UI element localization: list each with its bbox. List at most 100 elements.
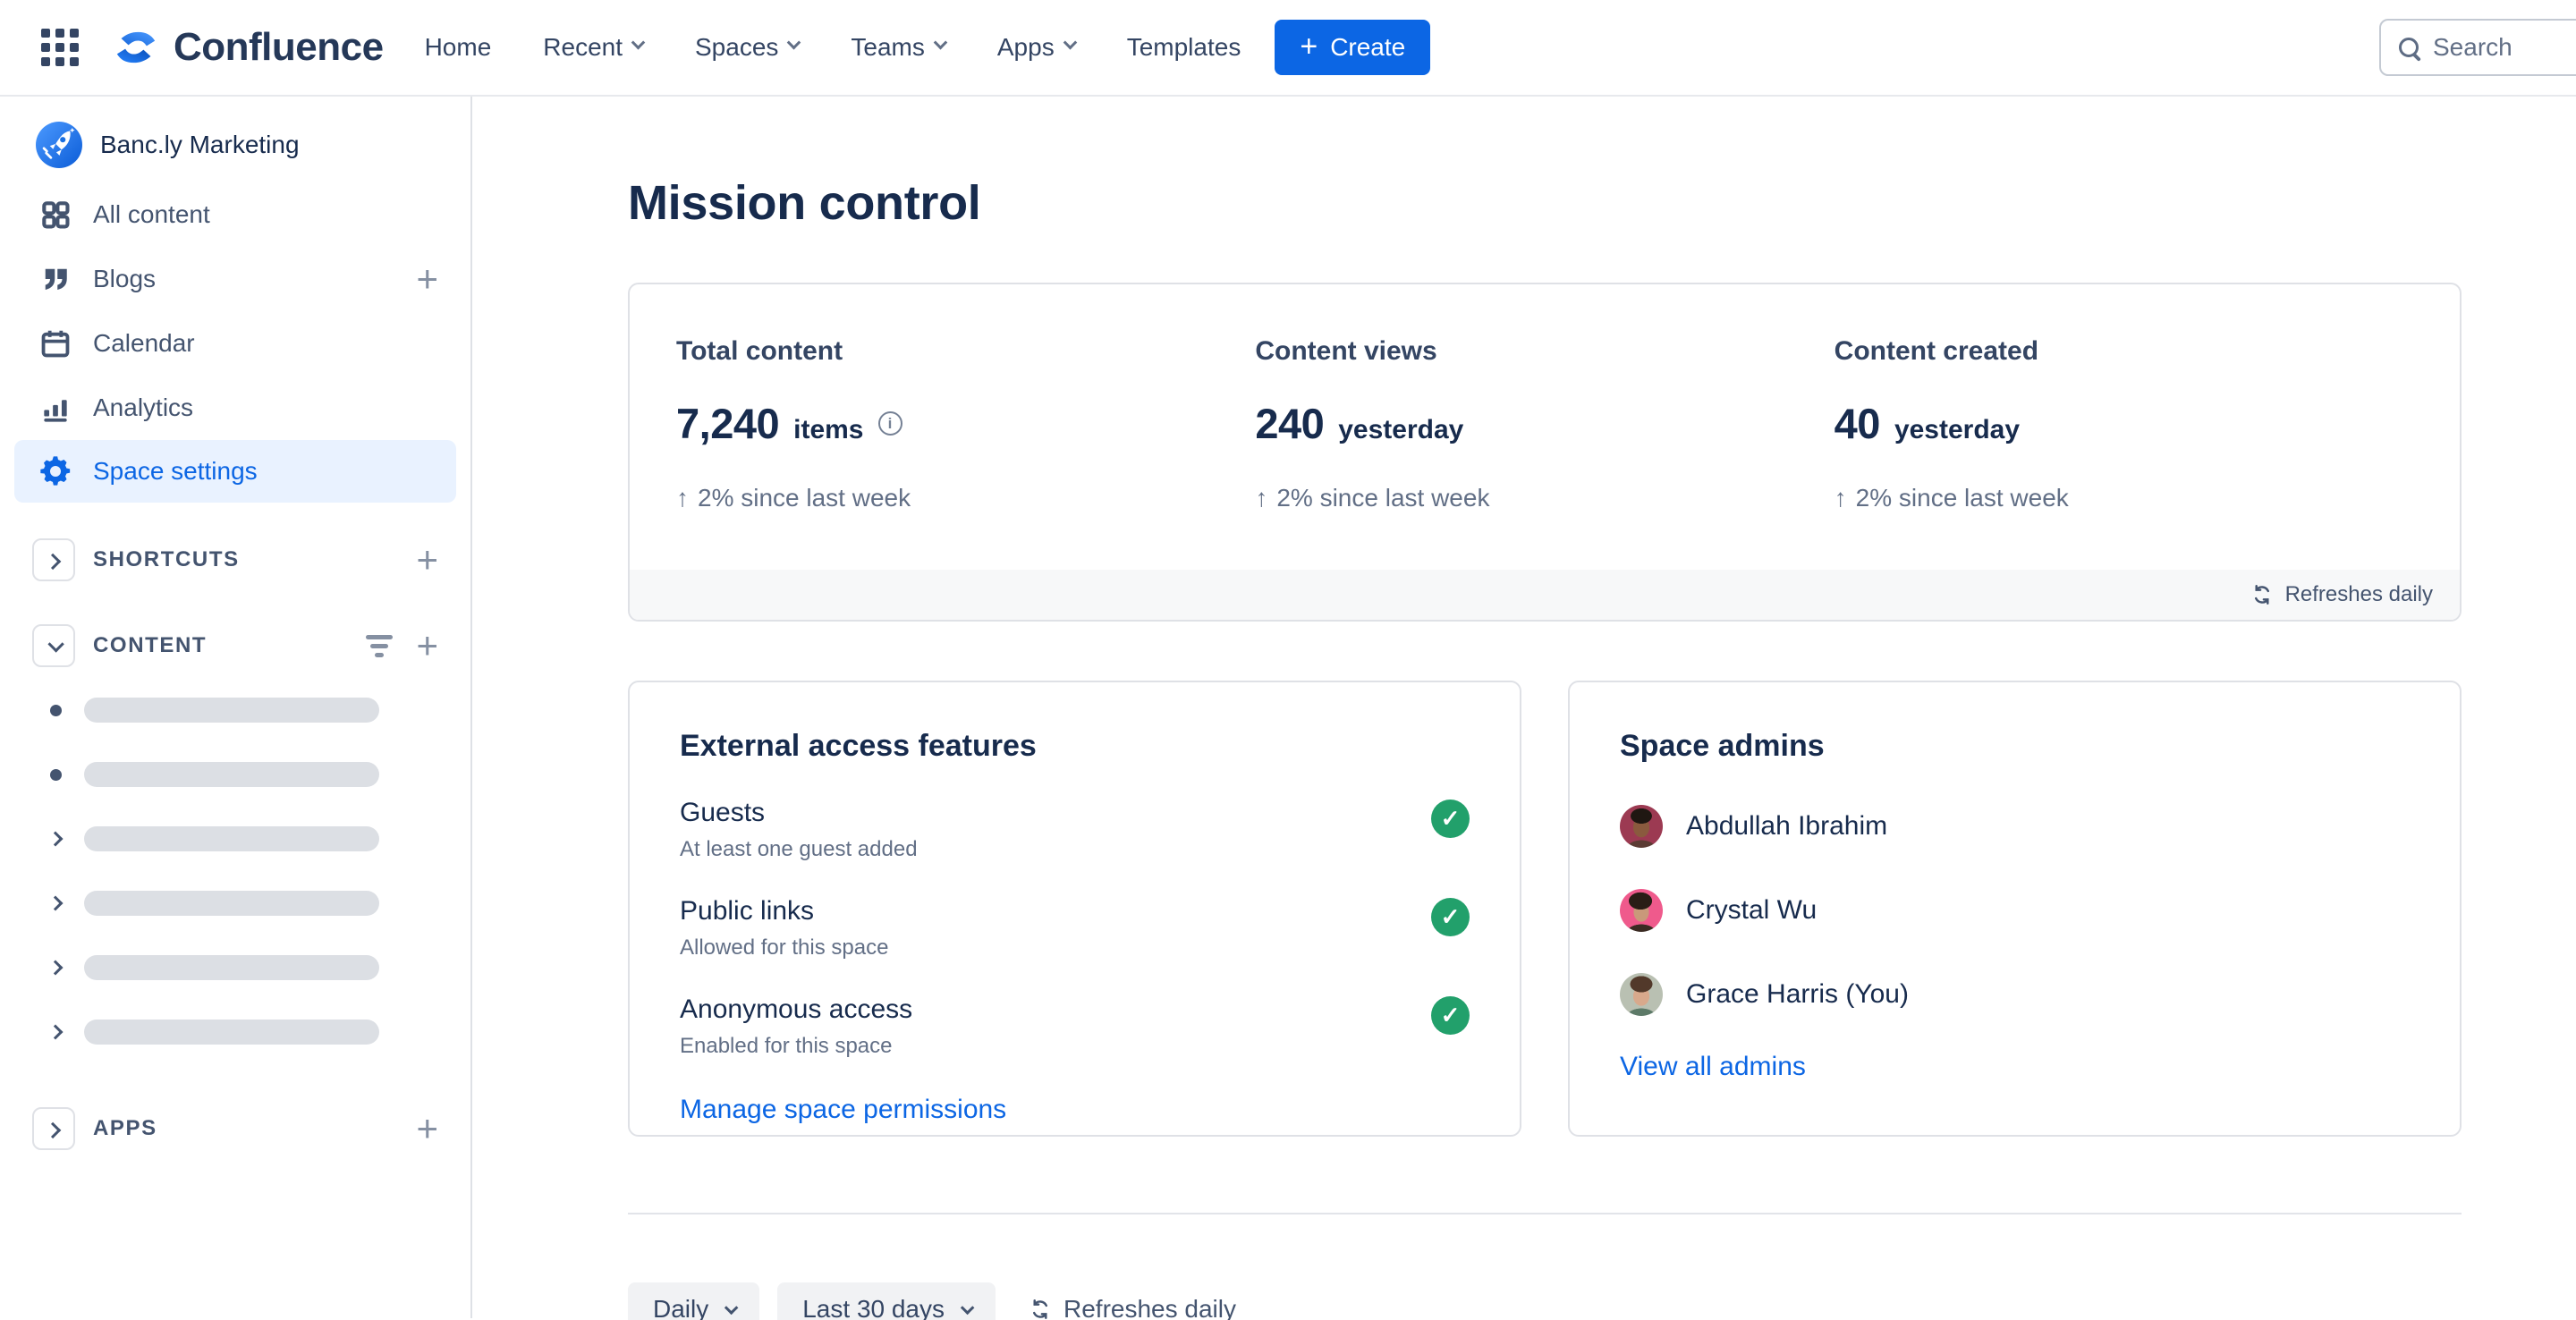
nav-spaces[interactable]: Spaces — [695, 33, 801, 62]
refresh-note: Refreshes daily — [2284, 582, 2433, 606]
check-circle-icon: ✓ — [1431, 996, 1470, 1035]
add-content-icon[interactable]: + — [416, 627, 438, 664]
sidebar-item-blogs[interactable]: Blogs + — [0, 247, 470, 311]
avatar — [1620, 973, 1663, 1016]
loading-placeholder-bar — [84, 826, 379, 851]
stat-content-created: Content created 40 yesterday ↑ 2% since l… — [1834, 336, 2069, 512]
filter-icon[interactable] — [366, 634, 394, 657]
quote-icon — [36, 263, 75, 295]
chevron-right-icon[interactable] — [47, 1024, 64, 1040]
sidebar-item-all-content[interactable]: All content — [0, 182, 470, 247]
space-avatar-rocket-icon — [36, 122, 82, 168]
add-shortcut-icon[interactable]: + — [416, 541, 438, 579]
sidebar-item-analytics[interactable]: Analytics — [0, 376, 470, 440]
arrow-up-icon: ↑ — [1255, 484, 1268, 512]
nav-templates[interactable]: Templates — [1127, 33, 1241, 62]
sidebar-skeleton-row — [0, 871, 470, 935]
expand-shortcuts-button[interactable] — [32, 538, 75, 581]
arrow-up-icon: ↑ — [676, 484, 689, 512]
logo-wordmark: Confluence — [174, 25, 384, 69]
chevron-right-icon[interactable] — [47, 960, 64, 976]
feature-public-links: Public links Allowed for this space ✓ — [680, 896, 1470, 960]
create-button[interactable]: + Create — [1275, 20, 1431, 75]
feature-anonymous-access: Anonymous access Enabled for this space … — [680, 994, 1470, 1059]
chevron-right-icon[interactable] — [47, 831, 64, 847]
refresh-icon — [1033, 1299, 1048, 1320]
nav-home[interactable]: Home — [425, 33, 492, 62]
admin-row[interactable]: Grace Harris (You) — [1620, 973, 2410, 1016]
chevron-down-icon — [1063, 35, 1077, 49]
chevron-right-icon — [44, 1121, 61, 1138]
nav-teams[interactable]: Teams — [851, 33, 948, 62]
sidebar-skeleton-row — [0, 807, 470, 871]
loading-placeholder-bar — [84, 1020, 379, 1045]
admin-row[interactable]: Abdullah Ibrahim — [1620, 805, 2410, 848]
top-navigation: Confluence Home Recent Spaces Teams Apps… — [0, 0, 2576, 97]
add-blog-icon[interactable]: + — [416, 260, 438, 298]
stats-footer: Refreshes daily — [630, 570, 2460, 620]
bar-chart-icon — [36, 391, 75, 425]
chevron-down-icon — [724, 1300, 739, 1315]
plus-icon: + — [1300, 29, 1318, 63]
sidebar-skeleton-row — [0, 678, 470, 742]
sidebar-skeleton-row — [0, 1000, 470, 1064]
collapse-content-button[interactable] — [32, 624, 75, 667]
loading-placeholder-bar — [84, 955, 379, 980]
page-title: Mission control — [628, 176, 981, 230]
expand-apps-button[interactable] — [32, 1107, 75, 1150]
loading-placeholder-bar — [84, 891, 379, 916]
gear-icon — [36, 453, 75, 489]
stat-total-content: Total content 7,240 items i ↑ 2% since la… — [676, 336, 911, 512]
loading-placeholder-bar — [84, 762, 379, 787]
stats-card: Total content 7,240 items i ↑ 2% since la… — [628, 283, 2462, 622]
search-icon — [2399, 38, 2419, 57]
nav-recent[interactable]: Recent — [543, 33, 646, 62]
feature-guests: Guests At least one guest added ✓ — [680, 798, 1470, 862]
confluence-mark-icon — [116, 31, 156, 63]
refresh-icon — [2254, 584, 2269, 605]
calendar-icon — [36, 326, 75, 360]
nav-apps[interactable]: Apps — [997, 33, 1077, 62]
sidebar-section-content: CONTENT + — [0, 613, 470, 678]
date-range-dropdown[interactable]: Last 30 days — [777, 1282, 996, 1320]
grid-icon — [36, 198, 75, 232]
avatar — [1620, 805, 1663, 848]
sidebar-skeleton-row — [0, 742, 470, 807]
bullet-icon — [49, 768, 62, 781]
chevron-down-icon — [47, 635, 64, 653]
space-header[interactable]: Banc.ly Marketing — [0, 120, 470, 170]
stat-content-views: Content views 240 yesterday ↑ 2% since la… — [1255, 336, 1490, 512]
sidebar-item-space-settings[interactable]: Space settings — [14, 440, 456, 503]
add-app-icon[interactable]: + — [416, 1110, 438, 1147]
refresh-note-bottom: Refreshes daily — [1028, 1295, 1236, 1320]
chevron-down-icon — [960, 1300, 975, 1315]
bullet-icon — [49, 704, 62, 716]
sidebar-item-calendar[interactable]: Calendar — [0, 311, 470, 376]
check-circle-icon: ✓ — [1431, 800, 1470, 838]
section-divider — [628, 1213, 2462, 1214]
space-admins-card: Space admins Abdullah Ibrahim Crystal Wu… — [1568, 681, 2462, 1137]
space-sidebar: Banc.ly Marketing All content Blogs + Ca… — [0, 97, 472, 1318]
avatar — [1620, 889, 1663, 932]
info-icon[interactable]: i — [877, 411, 902, 436]
main-content: Mission control Total content 7,240 item… — [472, 97, 2462, 1320]
confluence-logo[interactable]: Confluence — [111, 22, 384, 72]
external-access-card: External access features Guests At least… — [628, 681, 1521, 1137]
loading-placeholder-bar — [84, 698, 379, 723]
sidebar-section-apps: APPS + — [0, 1096, 470, 1161]
granularity-dropdown[interactable]: Daily — [628, 1282, 760, 1320]
manage-permissions-link[interactable]: Manage space permissions — [680, 1095, 1006, 1125]
chevron-right-icon — [44, 553, 61, 570]
chevron-down-icon — [631, 35, 646, 49]
arrow-up-icon: ↑ — [1834, 484, 1847, 512]
admin-row[interactable]: Crystal Wu — [1620, 889, 2410, 932]
check-circle-icon: ✓ — [1431, 898, 1470, 936]
app-switcher-icon[interactable] — [36, 23, 84, 72]
view-all-admins-link[interactable]: View all admins — [1620, 1052, 1806, 1082]
sidebar-skeleton-row — [0, 935, 470, 1000]
search-input[interactable] — [2433, 33, 2576, 62]
chevron-right-icon[interactable] — [47, 895, 64, 911]
search-box[interactable] — [2379, 19, 2576, 76]
chart-controls: Daily Last 30 days Refreshes daily — [628, 1282, 2462, 1320]
sidebar-section-shortcuts: SHORTCUTS + — [0, 528, 470, 592]
